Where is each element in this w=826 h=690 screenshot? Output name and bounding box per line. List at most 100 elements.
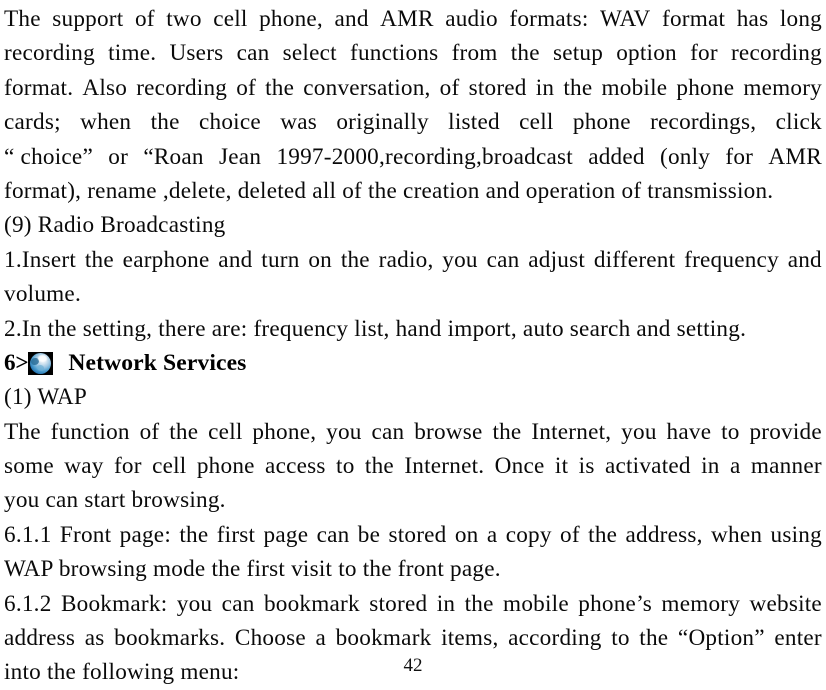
text-word: different (593, 246, 676, 273)
text-word: and (334, 6, 369, 32)
text-line: The function of the cell phone, you can browse th… (4, 415, 822, 449)
text-word: mobile (503, 590, 569, 617)
text-word: adjust (528, 246, 586, 273)
text-word: can (221, 590, 255, 617)
text-word: recording (4, 40, 95, 67)
text-word: the (563, 74, 593, 101)
text-word: was (280, 109, 317, 136)
text-word: can (371, 418, 405, 445)
text-word: cell (152, 453, 187, 480)
text-line: 2.In the setting, there are: frequency l… (4, 315, 747, 342)
text-line: 6.1.2 Bookmark: you can bookmark stored in the m… (4, 587, 822, 621)
text-word: function (50, 418, 130, 445)
text-word: provide (749, 418, 822, 445)
text-line: format), rename ,delete, deleted all of … (4, 177, 774, 204)
text-word: the (639, 625, 669, 652)
text-word: “Roan (143, 143, 204, 170)
text-word: phone, (259, 6, 323, 32)
text-word: according (508, 625, 602, 652)
text-line: 1.Insert the earphone and turn on the radio, you… (4, 243, 822, 277)
text-word: for (725, 143, 754, 170)
text-word: can (486, 246, 520, 273)
text-word: “ choice” (4, 143, 93, 170)
text-word: cards; (4, 109, 61, 136)
text-word: has (736, 6, 769, 32)
text-line: address as bookmarks. Choose a bookmark items,… (4, 621, 822, 655)
text-word: Internet. (404, 453, 485, 480)
text-word: you (176, 590, 213, 617)
text-word: phone (196, 453, 255, 480)
text-word: memory (743, 74, 822, 101)
text-word: when (80, 109, 132, 136)
text-word: first (216, 521, 256, 548)
text-word: the (84, 246, 114, 273)
text-word: (only (660, 143, 711, 170)
globe-icon (28, 351, 54, 375)
text-word: cell (208, 418, 243, 445)
text-word: listed (448, 109, 500, 136)
text-word: format. (4, 74, 74, 101)
text-word: for (690, 40, 718, 67)
page-number: 42 (403, 655, 423, 676)
text-word: choice (198, 109, 261, 136)
text-word: page (263, 521, 309, 548)
text-word: stored (369, 590, 428, 617)
text-word: can (236, 40, 270, 67)
text-word: stored (468, 74, 527, 101)
text-word: to (721, 418, 740, 445)
text-word: stored (388, 521, 447, 548)
text-word: Front (59, 521, 112, 548)
text-word: the (179, 521, 209, 548)
text-word: of (134, 6, 155, 32)
text-line: WAP browsing mode the first visit to the… (4, 556, 501, 583)
text-word: access (265, 453, 326, 480)
text-word: 6.1.1 (4, 521, 52, 548)
text-word: from (451, 40, 498, 67)
text-word: can (316, 521, 350, 548)
section-heading-radio-broadcasting: (9) Radio Broadcasting (4, 212, 226, 239)
text-word: radio, (378, 246, 434, 273)
text-word: the (588, 521, 618, 548)
text-word: have (666, 418, 712, 445)
text-word: The (4, 418, 41, 445)
text-word: to (611, 625, 630, 652)
text-word: the (169, 418, 199, 445)
text-line: “ choice” or “Roan Jean 1997-2000,recording,… (4, 140, 822, 174)
document-page: The support of two cell phone, and AMR audio form… (0, 0, 826, 685)
text-word: Users (169, 40, 224, 67)
text-word: The (4, 6, 41, 32)
text-word: browse (414, 418, 483, 445)
text-word: recordings, (650, 109, 757, 136)
text-word: on (454, 521, 479, 548)
text-word: phone (676, 74, 735, 101)
text-word: setup (552, 40, 604, 67)
text-line: The support of two cell phone, and AMR audio form… (4, 2, 822, 36)
text-line: (1) WAP (4, 384, 87, 411)
text-word: support (52, 6, 124, 32)
text-word: using (770, 521, 822, 548)
text-word: format (662, 6, 726, 32)
text-word: long (779, 6, 822, 32)
text-word: the (492, 418, 522, 445)
text-word: in (436, 590, 456, 617)
text-word: website (749, 590, 822, 617)
text-word: two (166, 6, 202, 32)
text-word: AMR (380, 6, 434, 32)
text-word: formats: (509, 6, 589, 32)
text-word: turn (261, 246, 300, 273)
text-word: 1.Insert (4, 246, 77, 273)
text-word: AMR (768, 143, 822, 170)
text-word: and (787, 246, 822, 273)
text-word: is (578, 453, 595, 480)
text-word: the (464, 590, 494, 617)
text-word: on (308, 246, 333, 273)
text-word: originally (336, 109, 429, 136)
text-word: “Option” (677, 625, 765, 652)
heading-number: 6> (4, 349, 29, 376)
text-word: cell (519, 109, 554, 136)
text-word: Once (494, 453, 545, 480)
text-word: the (150, 109, 180, 136)
text-word: bookmarks. (114, 625, 226, 652)
text-word: you (326, 418, 362, 445)
text-word: way (64, 453, 104, 480)
